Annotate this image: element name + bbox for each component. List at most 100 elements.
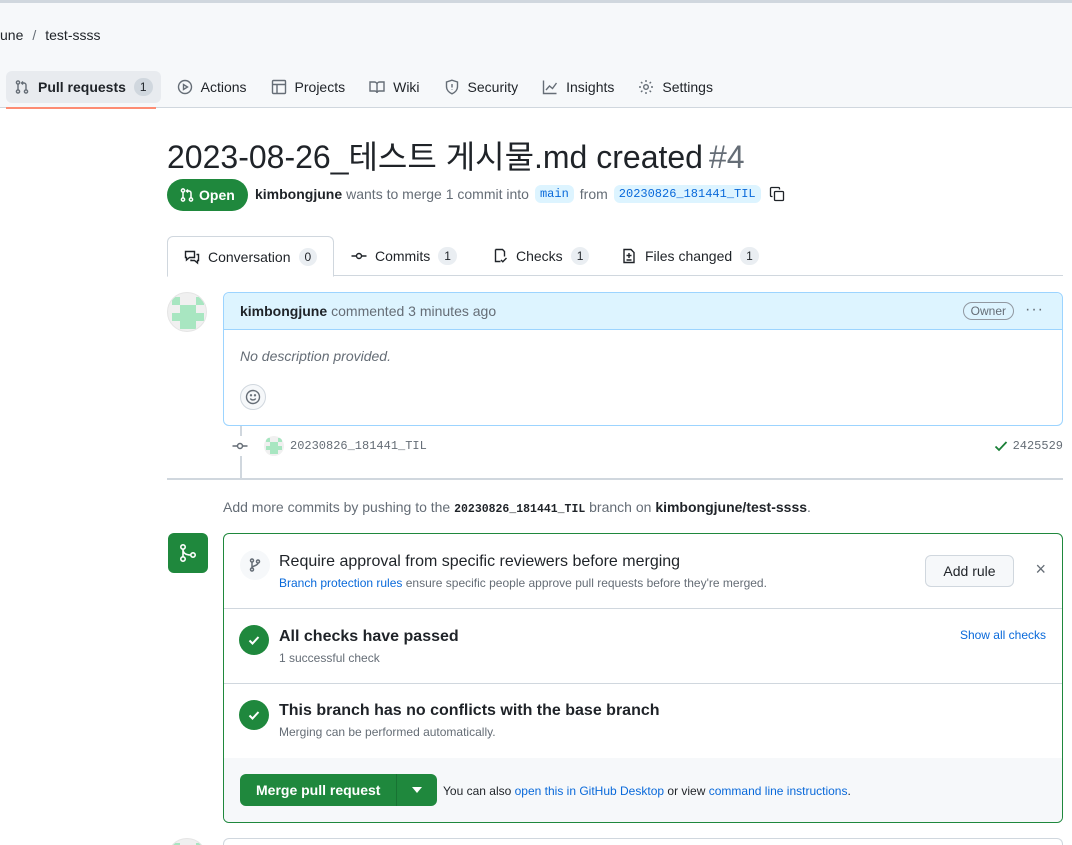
show-all-checks-link[interactable]: Show all checks <box>960 628 1046 642</box>
tab-commits-label: Commits <box>375 248 431 264</box>
tab-projects[interactable]: Projects <box>263 71 354 103</box>
close-icon[interactable]: × <box>1035 560 1046 578</box>
head-branch[interactable]: 20230826_181441_TIL <box>613 185 761 203</box>
commit-status: 2425529 <box>993 438 1063 454</box>
avatar[interactable] <box>167 838 207 845</box>
push-note-suffix: . <box>807 499 811 515</box>
tab-pull-requests-label: Pull requests <box>38 79 126 95</box>
push-note: Add more commits by pushing to the 20230… <box>223 499 811 516</box>
tab-conversation[interactable]: Conversation 0 <box>167 236 335 277</box>
conversation-count: 0 <box>298 247 318 266</box>
push-note-middle: branch on <box>589 499 652 515</box>
commits-count: 1 <box>438 247 457 265</box>
git-commit-icon <box>351 252 367 260</box>
breadcrumb-separator: / <box>32 27 37 43</box>
check-circle-icon <box>239 700 269 730</box>
pr-title-text: 2023-08-26_테스트 게시물.md created <box>167 139 703 175</box>
triangle-down-icon <box>412 787 423 793</box>
gear-icon <box>639 80 654 94</box>
push-note-branch: 20230826_181441_TIL <box>454 503 586 516</box>
breadcrumb: une / test-ssss <box>0 27 100 43</box>
pr-author-link[interactable]: kimbongjune <box>255 186 342 202</box>
tab-security[interactable]: Security <box>436 71 527 103</box>
files-changed-count: 1 <box>740 247 759 265</box>
comment-box-stub <box>223 838 1063 845</box>
status-label: Open <box>199 187 235 203</box>
copy-icon[interactable] <box>769 186 785 202</box>
checklist-icon <box>494 248 508 263</box>
comment-author-link[interactable]: kimbongjune <box>240 303 327 319</box>
git-pull-request-icon <box>180 188 194 202</box>
pull-requests-count: 1 <box>133 78 153 96</box>
tab-actions-label: Actions <box>200 79 247 95</box>
tab-checks[interactable]: Checks 1 <box>476 236 605 276</box>
table-icon <box>271 79 286 95</box>
add-rule-button[interactable]: Add rule <box>925 555 1014 587</box>
play-icon <box>177 79 192 95</box>
tab-files-changed-label: Files changed <box>645 248 733 264</box>
pr-meta: kimbongjune wants to merge 1 commit into… <box>255 185 785 203</box>
tab-pull-requests[interactable]: Pull requests 1 <box>6 71 161 103</box>
tab-conversation-label: Conversation <box>208 248 291 265</box>
checks-title: All checks have passed <box>279 628 459 645</box>
tab-commits[interactable]: Commits 1 <box>335 236 473 276</box>
tab-wiki-label: Wiki <box>393 79 420 95</box>
push-note-prefix: Add more commits by pushing to the <box>223 499 451 515</box>
tab-wiki[interactable]: Wiki <box>361 71 427 103</box>
tab-insights[interactable]: Insights <box>534 71 622 103</box>
command-line-instructions-link[interactable]: command line instructions <box>709 784 848 798</box>
checks-count: 1 <box>570 247 590 265</box>
repo-tabs: Pull requests 1 Actions Projects Wiki Se… <box>6 71 729 103</box>
book-icon <box>369 81 385 94</box>
graph-icon <box>542 80 558 95</box>
open-in-desktop-link[interactable]: open this in GitHub Desktop <box>515 784 664 798</box>
git-commit-icon <box>230 436 250 456</box>
avatar[interactable] <box>167 292 207 332</box>
comment-discussion-icon <box>184 250 200 264</box>
commit-message-link[interactable]: 20230826_181441_TIL <box>290 439 427 453</box>
git-merge-icon <box>168 533 208 573</box>
status-badge: Open <box>167 179 248 211</box>
check-circle-icon <box>239 625 269 655</box>
checks-subtitle: 1 successful check <box>279 651 380 665</box>
base-branch[interactable]: main <box>534 185 574 203</box>
page-title: 2023-08-26_테스트 게시물.md created #4 <box>167 132 745 178</box>
avatar[interactable] <box>264 436 284 456</box>
footer-suffix: . <box>847 784 851 798</box>
add-reaction-button[interactable] <box>240 384 266 410</box>
tab-checks-label: Checks <box>516 248 563 264</box>
tab-settings-label: Settings <box>662 79 713 95</box>
git-pull-request-icon <box>15 80 29 94</box>
pr-tabs: Conversation 0 Commits 1 Checks 1 Files … <box>167 236 1063 277</box>
conflicts-section: This branch has no conflicts with the ba… <box>224 684 1062 759</box>
merge-method-dropdown[interactable] <box>397 774 438 806</box>
comment-timestamp: commented 3 minutes ago <box>331 303 497 319</box>
comment-header: kimbongjune commented 3 minutes ago Owne… <box>224 293 1062 330</box>
check-icon[interactable] <box>993 438 1009 454</box>
breadcrumb-repo[interactable]: test-ssss <box>45 27 100 43</box>
comment-card: kimbongjune commented 3 minutes ago Owne… <box>223 292 1063 426</box>
rule-subtitle: Branch protection rules ensure specific … <box>279 576 767 590</box>
merge-footer: Merge pull request You can also open thi… <box>224 758 1062 822</box>
conflicts-subtitle: Merging can be performed automatically. <box>279 725 496 739</box>
comment-body: No description provided. <box>240 348 391 364</box>
tab-projects-label: Projects <box>294 79 346 95</box>
push-note-repo: kimbongjune/test-ssss <box>655 499 808 515</box>
commit-sha-link[interactable]: 2425529 <box>1013 439 1063 453</box>
rule-subtitle-text: ensure specific people approve pull requ… <box>405 576 767 590</box>
git-branch-icon <box>240 550 270 580</box>
merge-pull-request-button[interactable]: Merge pull request <box>240 774 398 806</box>
tab-actions[interactable]: Actions <box>169 71 255 103</box>
repo-header: une / test-ssss Pull requests 1 Actions Pr… <box>0 0 1072 109</box>
tab-files-changed[interactable]: Files changed 1 <box>605 236 775 276</box>
timeline-divider <box>167 478 1063 480</box>
file-diff-icon <box>623 248 635 264</box>
pr-merge-text: wants to merge 1 commit into <box>346 186 529 202</box>
shield-icon <box>445 79 458 95</box>
kebab-horizontal-icon[interactable]: ··· <box>1025 301 1044 319</box>
branch-protection-rules-link[interactable]: Branch protection rules <box>279 576 402 590</box>
checks-section: All checks have passed 1 successful chec… <box>224 609 1062 684</box>
timeline-commit: 20230826_181441_TIL 2425529 <box>230 434 1063 458</box>
tab-settings[interactable]: Settings <box>630 71 721 103</box>
breadcrumb-owner[interactable]: une <box>0 27 23 43</box>
